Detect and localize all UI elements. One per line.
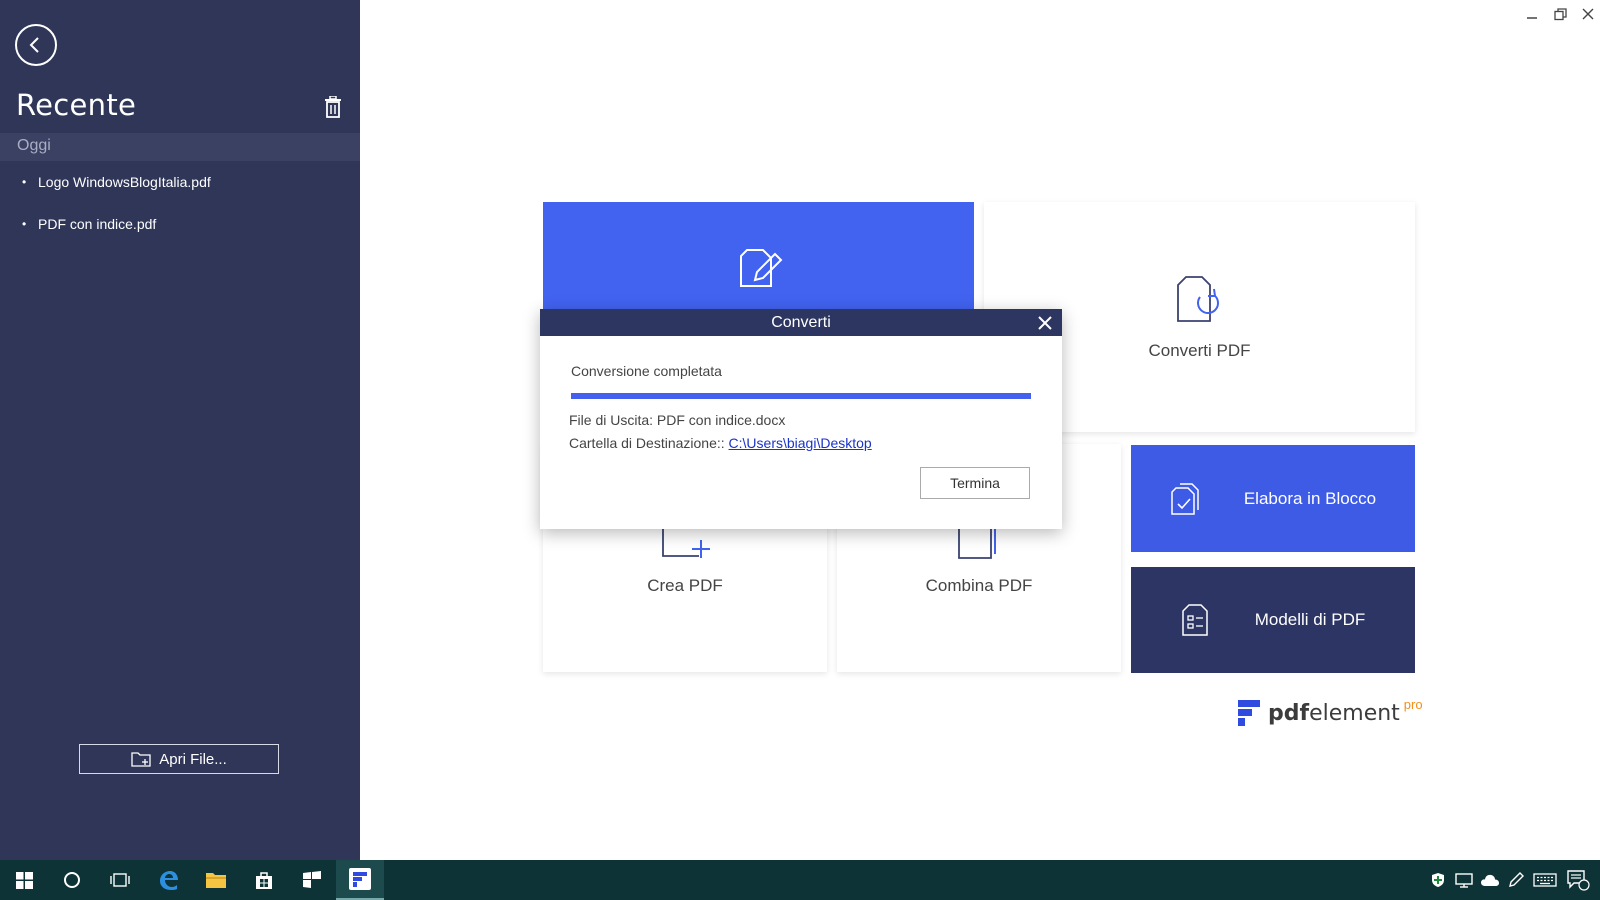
- shield-icon: [1432, 873, 1444, 887]
- recent-file-item[interactable]: PDF con indice.pdf: [0, 212, 360, 254]
- pdfelement-app-icon: [349, 868, 371, 890]
- app-taskbar-button[interactable]: [288, 860, 336, 900]
- pen-tray-icon[interactable]: [1506, 860, 1526, 900]
- batch-process-tile[interactable]: Elabora in Blocco: [1131, 445, 1415, 552]
- output-file-line: File di Uscita: PDF con indice.docx: [569, 412, 785, 428]
- window-controls: [1520, 4, 1600, 24]
- combine-pdf-label: Combina PDF: [925, 576, 1033, 595]
- sidebar-title: Recente: [16, 88, 137, 122]
- task-view-button[interactable]: [96, 860, 144, 900]
- progress-fill: [571, 393, 1031, 399]
- folder-icon: [206, 873, 226, 888]
- templates-icon: [1181, 604, 1208, 636]
- onedrive-tray-icon[interactable]: [1480, 860, 1500, 900]
- pen-icon: [1509, 872, 1524, 887]
- keyboard-tray-icon[interactable]: [1532, 860, 1558, 900]
- recent-files-list: Logo WindowsBlogItalia.pdf PDF con indic…: [0, 170, 360, 254]
- convert-dialog: Converti Conversione completata File di …: [540, 309, 1062, 529]
- back-button[interactable]: [15, 24, 57, 66]
- pdfelement-taskbar-button[interactable]: [336, 860, 384, 900]
- network-monitor-icon: [1455, 873, 1473, 888]
- defender-tray-icon[interactable]: [1428, 860, 1448, 900]
- app-tiles-icon: [303, 871, 321, 888]
- batch-documents-icon: [1171, 482, 1199, 515]
- folder-add-icon: [131, 752, 151, 767]
- close-icon: [1582, 8, 1594, 20]
- task-view-icon: [110, 873, 130, 887]
- cloud-icon: [1481, 874, 1499, 886]
- batch-process-label: Elabora in Blocco: [1243, 488, 1377, 508]
- start-button[interactable]: [0, 860, 48, 900]
- open-file-label: Apri File...: [159, 750, 227, 768]
- output-file-label: File di Uscita:: [569, 412, 657, 428]
- cortana-circle-icon: [64, 872, 80, 888]
- dialog-header: Converti: [540, 309, 1062, 336]
- action-center-button[interactable]: [1564, 860, 1592, 900]
- minimize-icon: [1527, 17, 1537, 19]
- edit-document-icon: [739, 249, 782, 287]
- recent-file-item[interactable]: Logo WindowsBlogItalia.pdf: [0, 170, 360, 212]
- trash-icon[interactable]: [323, 96, 343, 118]
- minimize-button[interactable]: [1520, 4, 1544, 24]
- conversion-progress-bar: [571, 393, 1031, 399]
- keyboard-icon: [1533, 873, 1557, 887]
- sidebar: Recente Oggi Logo WindowsBlogItalia.pdf …: [0, 0, 360, 860]
- store-button[interactable]: [240, 860, 288, 900]
- finish-button[interactable]: Termina: [920, 467, 1030, 499]
- section-header-today: Oggi: [0, 133, 360, 161]
- destination-path-link[interactable]: C:\Users\biagi\Desktop: [729, 435, 872, 451]
- system-tray: [1428, 860, 1592, 900]
- convert-document-icon: [1176, 276, 1219, 322]
- output-file-name: PDF con indice.docx: [656, 412, 786, 428]
- restore-icon: [1553, 7, 1567, 20]
- taskbar: [0, 860, 1600, 900]
- back-arrow-icon: [29, 37, 39, 53]
- open-file-button[interactable]: Apri File...: [79, 744, 279, 774]
- pdfelement-logo: pdfelement pro: [1238, 697, 1423, 726]
- destination-line: Cartella di Destinazione:: C:\Users\biag…: [569, 435, 872, 451]
- destination-label: Cartella di Destinazione::: [569, 435, 729, 451]
- file-explorer-button[interactable]: [192, 860, 240, 900]
- dialog-close-button[interactable]: [1034, 312, 1056, 334]
- store-bag-icon: [256, 872, 272, 889]
- logo-pro: pro: [1403, 697, 1423, 712]
- maximize-button[interactable]: [1548, 4, 1572, 24]
- logo-text: pdfelement: [1268, 701, 1400, 726]
- close-icon: [1038, 316, 1052, 330]
- pdf-templates-label: Modelli di PDF: [1254, 610, 1366, 629]
- edge-taskbar-button[interactable]: [144, 860, 192, 900]
- pdfelement-logo-icon: [1238, 700, 1260, 726]
- pdf-templates-tile[interactable]: Modelli di PDF: [1131, 567, 1415, 673]
- create-pdf-label: Crea PDF: [647, 576, 723, 595]
- network-tray-icon[interactable]: [1454, 860, 1474, 900]
- convert-pdf-label: Converti PDF: [1148, 341, 1251, 360]
- dialog-title: Converti: [771, 313, 831, 331]
- notifications-icon: [1567, 870, 1590, 891]
- edge-browser-icon: [160, 871, 178, 890]
- close-window-button[interactable]: [1576, 4, 1600, 24]
- conversion-status: Conversione completata: [571, 363, 722, 379]
- cortana-button[interactable]: [48, 860, 96, 900]
- windows-logo-icon: [15, 871, 33, 889]
